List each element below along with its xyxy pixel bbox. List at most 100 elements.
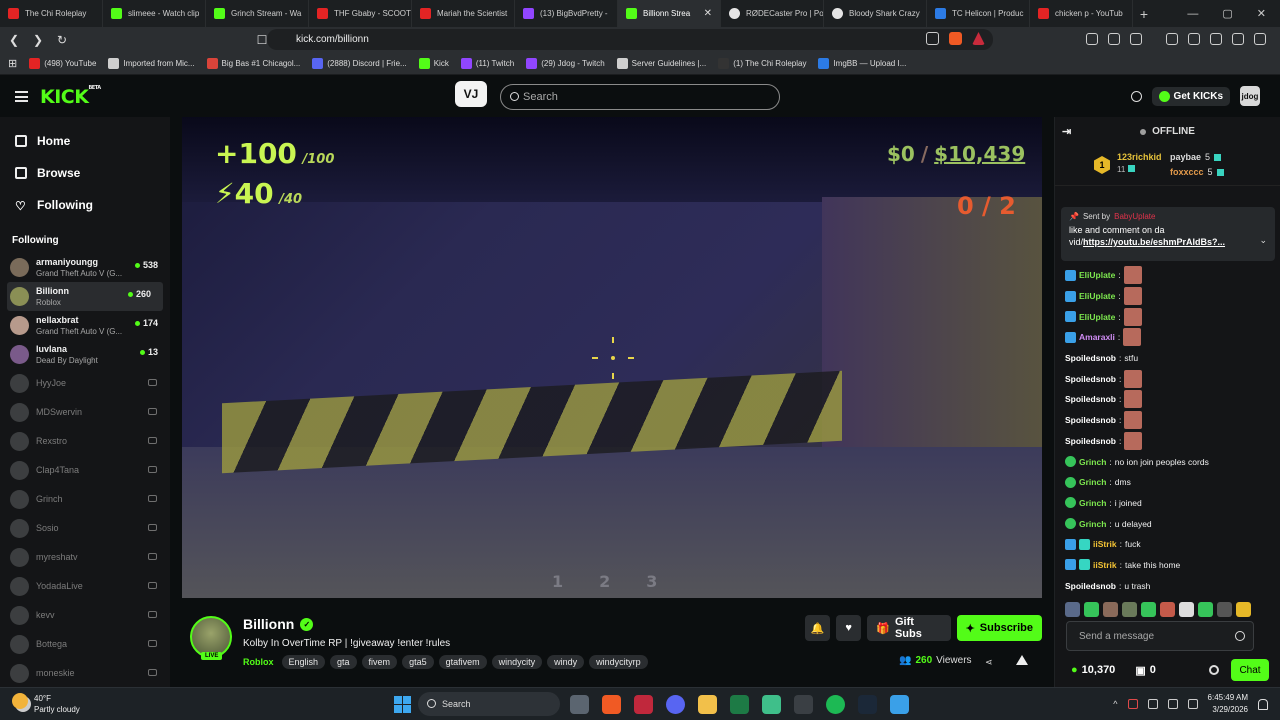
music-icon[interactable] (1166, 33, 1178, 45)
share-icon[interactable] (926, 32, 939, 45)
chat-username[interactable]: iiStrik (1093, 560, 1117, 570)
followed-channel-offline[interactable]: Sosio (0, 514, 170, 543)
emote-shortcut[interactable] (1141, 602, 1156, 617)
followed-channel[interactable]: Billionn Roblox 260 (7, 282, 163, 311)
chat-username[interactable]: Spoiledsnob (1065, 353, 1116, 363)
bookmark-item[interactable]: (1) The Chi Roleplay (718, 57, 806, 69)
vpn-icon[interactable] (1232, 33, 1244, 45)
kick-logo[interactable]: KICKBETA (40, 85, 101, 108)
pinned-link[interactable]: https://youtu.be/eshmPrAldBs?... (1083, 237, 1225, 247)
brave-rewards-icon[interactable] (972, 32, 985, 45)
browser-tab[interactable]: Mariah the Scientist (412, 0, 515, 27)
browser-tab[interactable]: Grinch Stream - Wa (206, 0, 309, 27)
browser-tab[interactable]: Billionn Strea ✕ (618, 0, 721, 27)
volume-icon[interactable] (1167, 699, 1178, 709)
followed-channel-offline[interactable]: MDSwervin (0, 398, 170, 427)
sent-by-user[interactable]: BabyUplate (1114, 212, 1155, 221)
stream-tag[interactable]: windycity (491, 655, 543, 669)
stream-tag[interactable]: English (281, 655, 326, 669)
stream-tag[interactable]: gta (330, 655, 357, 669)
chat-username[interactable]: Grinch (1079, 498, 1106, 508)
followed-channel-offline[interactable]: Grinch (0, 485, 170, 514)
browser-tab[interactable]: (13) BigBvdPretty - (515, 0, 618, 27)
gift-subs-button[interactable]: 🎁 Gift Subs (867, 615, 951, 641)
bookmark-item[interactable]: (29) Jdog - Twitch (526, 57, 605, 69)
battery-icon[interactable] (1187, 699, 1198, 709)
emote-shortcut[interactable] (1160, 602, 1175, 617)
emote-shortcut[interactable] (1217, 602, 1232, 617)
followed-channel-offline[interactable]: Clap4Tana (0, 456, 170, 485)
steam-icon[interactable] (858, 694, 877, 714)
chat-username[interactable]: Amaraxli (1079, 332, 1115, 342)
leaderboard-second[interactable]: paybae 5 (1170, 152, 1222, 162)
emote-shortcut[interactable] (1065, 602, 1080, 617)
bookmark-item[interactable]: Big Bas #1 Chicagol... (206, 57, 300, 69)
emote-shortcut[interactable] (1122, 602, 1137, 617)
game-launcher-icon[interactable] (794, 694, 813, 714)
subscribe-button[interactable]: ✦ Subscribe (956, 615, 1042, 641)
stream-tag[interactable]: fivem (361, 655, 398, 669)
chat-username[interactable]: Spoiledsnob (1065, 581, 1116, 591)
browser-tab[interactable]: slimeee - Watch clip (103, 0, 206, 27)
gift-count[interactable]: ▣ 0 (1135, 664, 1156, 677)
followed-channel-offline[interactable]: HyyJoe (0, 369, 170, 398)
extension-icon[interactable] (1086, 33, 1098, 45)
category-link[interactable]: Roblox (243, 657, 274, 667)
chat-username[interactable]: Grinch (1079, 477, 1106, 487)
sidebar-item-home[interactable]: Home (0, 125, 170, 157)
file-explorer-icon[interactable] (698, 694, 717, 714)
show-hidden-icons-icon[interactable]: ^ (1113, 699, 1117, 709)
video-player[interactable]: +100 /100 ⚡40 /40 $0/$10,439 0 / 2 1 2 3 (182, 117, 1042, 598)
excel-icon[interactable] (730, 694, 749, 714)
followed-channel[interactable]: nellaxbrat Grand Theft Auto V (G... 174 (0, 311, 170, 340)
followed-channel-offline[interactable]: moneskie (0, 659, 170, 687)
chat-message-input[interactable]: Send a message (1066, 621, 1254, 651)
emote-shortcut[interactable] (1236, 602, 1251, 617)
followed-channel-offline[interactable]: YodadaLive (0, 572, 170, 601)
user-avatar[interactable]: jdog (1240, 86, 1260, 106)
weather-widget[interactable]: 40°F Partly cloudy (12, 693, 80, 715)
chat-username[interactable]: EliUplate (1079, 270, 1115, 280)
chat-username[interactable]: Spoiledsnob (1065, 436, 1116, 446)
kicks-balance[interactable]: ● 10,370 (1071, 664, 1115, 676)
search-input[interactable]: Search (500, 84, 780, 110)
get-kicks-button[interactable]: Get KICKs (1151, 86, 1230, 106)
chat-username[interactable]: Spoiledsnob (1065, 415, 1116, 425)
followed-channel-offline[interactable]: myreshatv (0, 543, 170, 572)
url-field[interactable]: kick.com/billionn (267, 29, 993, 50)
follow-heart-button[interactable]: ♥ (836, 615, 862, 641)
sidebar-item-following[interactable]: ♡ Following (0, 189, 170, 221)
discord-icon[interactable] (666, 694, 685, 714)
bookmark-item[interactable]: (11) Twitch (460, 57, 514, 69)
brave-shield-icon[interactable] (949, 32, 962, 45)
bookmark-item[interactable]: Server Guidelines |... (616, 57, 706, 69)
streamer-name[interactable]: Billionn (243, 616, 294, 632)
notifications-icon[interactable] (1130, 90, 1142, 102)
forward-icon[interactable]: ❯ (28, 33, 48, 47)
bookmark-item[interactable]: ImgBB — Upload I... (818, 57, 906, 69)
chevron-down-icon[interactable]: ⌄ (1259, 235, 1267, 246)
stream-tag[interactable]: gta5 (402, 655, 434, 669)
chat-username[interactable]: Spoiledsnob (1065, 394, 1116, 404)
followed-channel-offline[interactable]: kevv (0, 601, 170, 630)
notification-bell-icon[interactable] (1258, 698, 1268, 710)
emote-shortcut[interactable] (1198, 602, 1213, 617)
chat-send-button[interactable]: Chat (1231, 659, 1269, 681)
stream-tag[interactable]: windy (547, 655, 585, 669)
hamburger-menu-icon[interactable] (15, 91, 28, 102)
pinned-message[interactable]: 📌 Sent by BabyUplate like and comment on… (1061, 207, 1275, 261)
new-tab-icon[interactable]: + (1133, 6, 1155, 22)
task-view-icon[interactable] (570, 694, 589, 714)
apps-grid-icon[interactable]: ⊞ (8, 57, 17, 70)
brave-icon[interactable] (602, 694, 621, 714)
back-icon[interactable]: ❮ (4, 33, 24, 47)
followed-channel[interactable]: luvlana Dead By Daylight 13 (0, 340, 170, 369)
collapse-chat-icon[interactable]: ⇥ (1062, 125, 1071, 138)
chat-username[interactable]: Spoiledsnob (1065, 374, 1116, 384)
report-icon[interactable] (1016, 655, 1028, 665)
emote-shortcut[interactable] (1179, 602, 1194, 617)
maximize-icon[interactable]: ▢ (1222, 7, 1232, 20)
close-icon[interactable]: ✕ (1257, 7, 1266, 20)
taskbar-search[interactable]: Search (418, 692, 560, 716)
browser-tab[interactable]: Bloody Shark Crazy (824, 0, 927, 27)
